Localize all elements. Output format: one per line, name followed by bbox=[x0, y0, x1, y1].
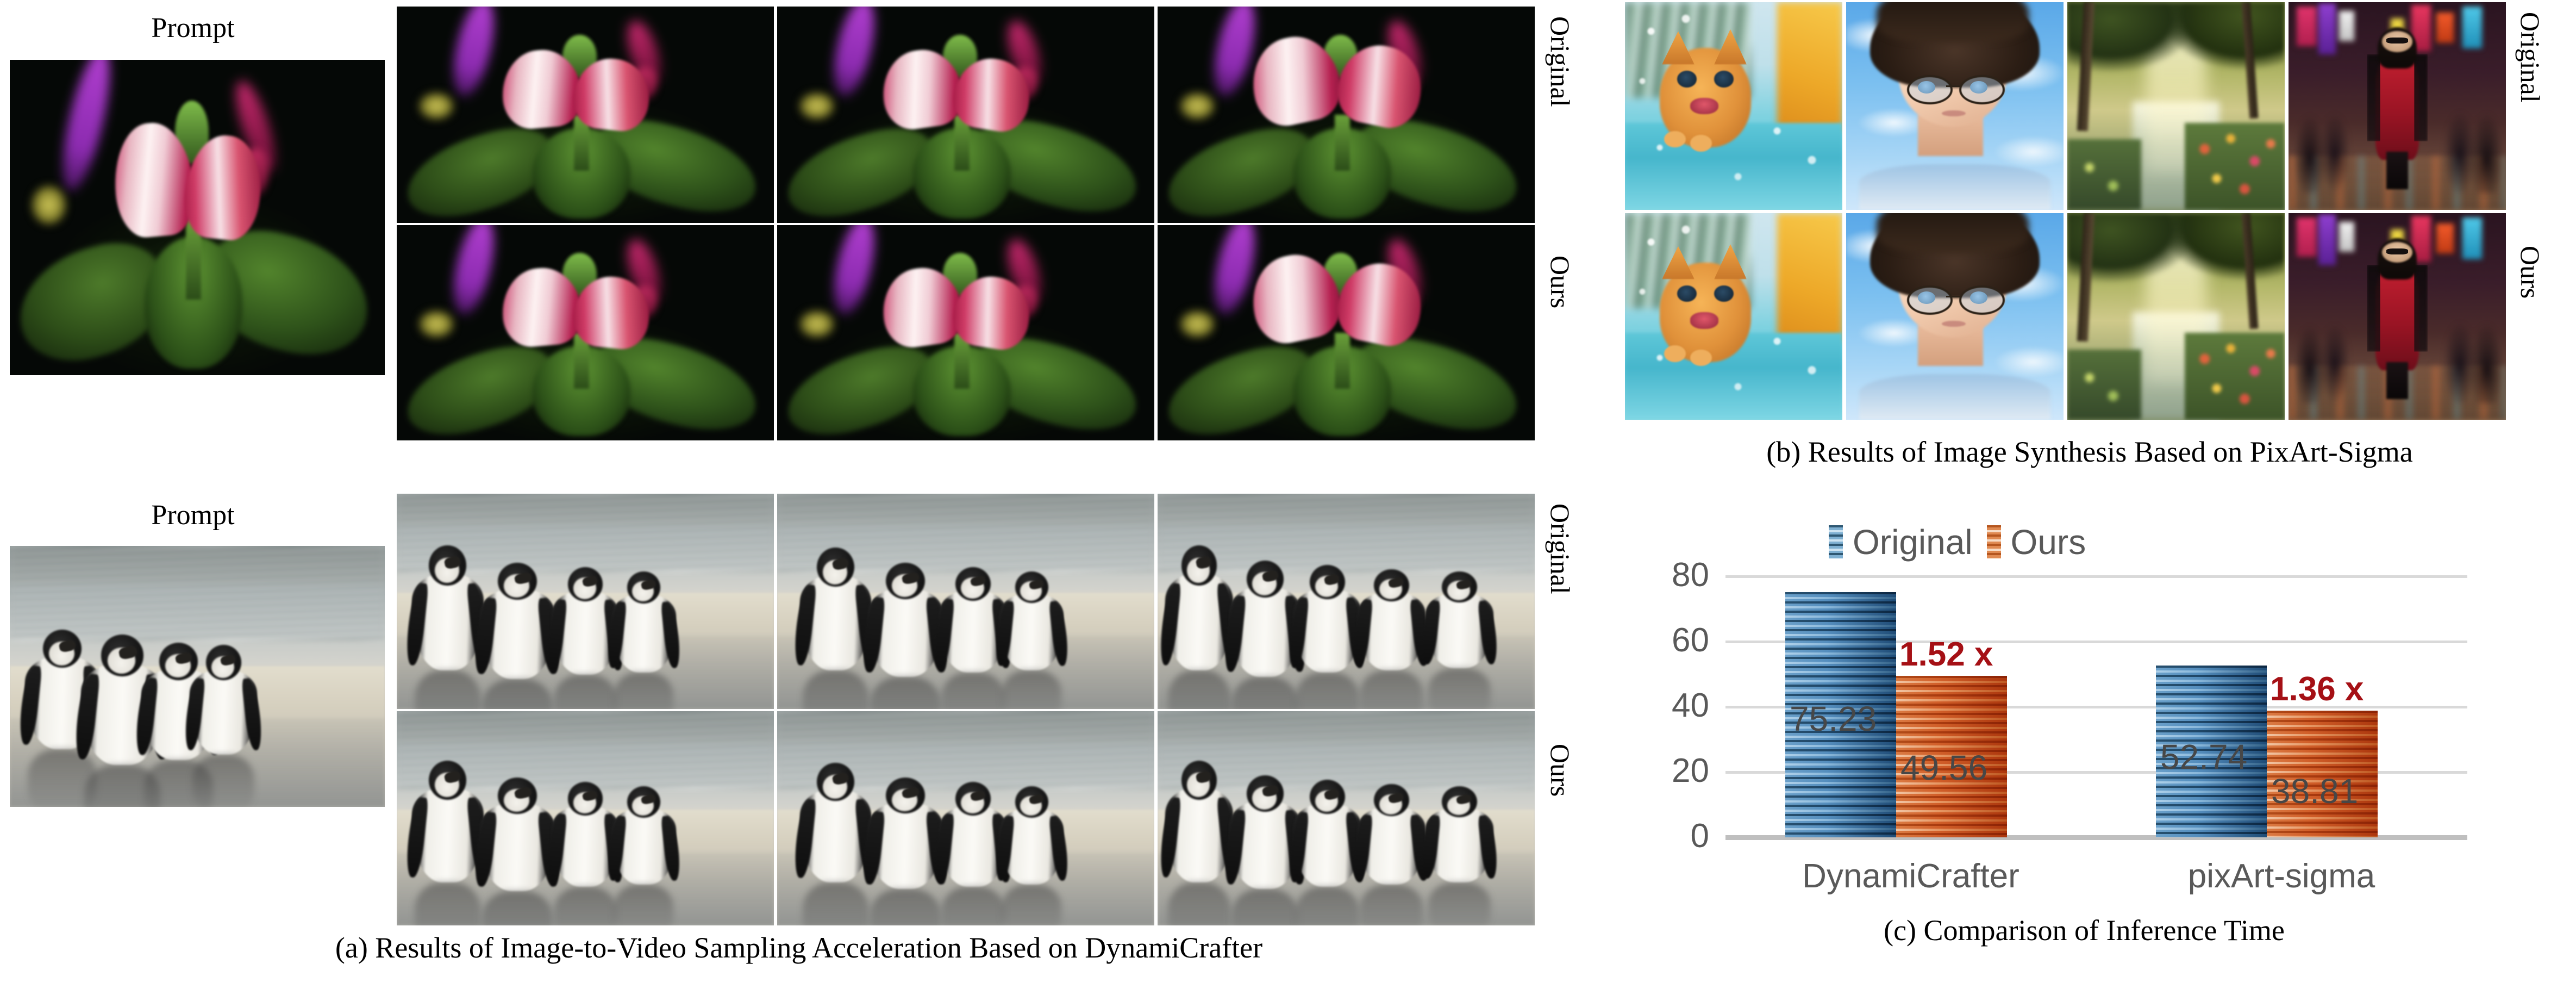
ytick-0: 0 bbox=[1690, 817, 1709, 855]
row-label-original-penguins: Original bbox=[1545, 503, 1575, 594]
flower-original-frame-3 bbox=[1158, 7, 1535, 223]
xtick-dynamicrafter: DynamiCrafter bbox=[1802, 857, 2019, 895]
panel-a-example-flower: Prompt Original Ours bbox=[0, 0, 1575, 440]
penguins-ours-frame-2 bbox=[777, 711, 1154, 925]
speedup-annotation-pixart-sigma: 1.36 x bbox=[2270, 670, 2364, 708]
prompt-image-flower bbox=[10, 60, 385, 375]
row-label-ours-panel-b: Ours bbox=[2515, 246, 2546, 299]
panel-b-original-red-dress-neon-street bbox=[2289, 2, 2506, 210]
flower-ours-frame-2 bbox=[777, 225, 1154, 440]
caption-panel-a: (a) Results of Image-to-Video Sampling A… bbox=[335, 931, 1263, 964]
chart-plot-area: 80 60 40 20 0 75.23 49.56 1.52 x 52.74 3… bbox=[1622, 511, 2576, 895]
penguins-ours-frame-1 bbox=[397, 711, 774, 925]
panel-c: Original Ours 80 60 40 20 0 75.23 49.56 … bbox=[1622, 511, 2576, 1000]
flower-ours-frame-1 bbox=[397, 225, 774, 440]
penguins-original-frame-1 bbox=[397, 494, 774, 709]
panel-b-ours-snow-kitten bbox=[1625, 213, 1842, 420]
caption-panel-b: (b) Results of Image Synthesis Based on … bbox=[1766, 436, 2413, 468]
ytick-40: 40 bbox=[1672, 687, 1709, 724]
panel-b-ours-red-dress-neon-street bbox=[2289, 213, 2506, 420]
panel-b-original-snow-kitten bbox=[1625, 2, 1842, 210]
row-label-original-flower: Original bbox=[1545, 16, 1575, 107]
penguins-original-frame-2 bbox=[777, 494, 1154, 709]
prompt-image-penguins bbox=[10, 546, 385, 807]
bar-label-original-pixart-sigma: 52.74 bbox=[2160, 737, 2248, 776]
row-label-original-panel-b: Original bbox=[2515, 12, 2546, 103]
xtick-pixart-sigma: pixArt-sigma bbox=[2187, 857, 2375, 895]
bar-label-original-dynamicrafter: 75.23 bbox=[1790, 699, 1877, 738]
penguins-ours-frame-3 bbox=[1158, 711, 1535, 925]
flower-original-frame-2 bbox=[777, 7, 1154, 223]
flower-original-frame-1 bbox=[397, 7, 774, 223]
panel-b-original-sunlit-forest-path bbox=[2067, 2, 2285, 210]
ytick-80: 80 bbox=[1672, 556, 1709, 594]
ytick-20: 20 bbox=[1672, 752, 1709, 789]
bar-group-pixart-sigma: 52.74 38.81 1.36 x bbox=[2096, 511, 2467, 837]
flower-ours-frame-3 bbox=[1158, 225, 1535, 440]
panel-b-ours-anime-boy-glasses bbox=[1846, 213, 2064, 420]
ytick-60: 60 bbox=[1672, 621, 1709, 659]
panel-a-example-penguins: Prompt Original Ours bbox=[0, 489, 1575, 925]
caption-panel-c: (c) Comparison of Inference Time bbox=[1884, 914, 2285, 947]
panel-b-original-anime-boy-glasses bbox=[1846, 2, 2064, 210]
bar-group-dynamicrafter: 75.23 49.56 1.52 x bbox=[1725, 511, 2096, 837]
panel-b: Original Ours (b) Results of Image Synth… bbox=[1622, 0, 2576, 473]
penguins-original-frame-3 bbox=[1158, 494, 1535, 709]
prompt-label-top: Prompt bbox=[151, 13, 235, 43]
panel-b-ours-sunlit-forest-path bbox=[2067, 213, 2285, 420]
bar-label-ours-dynamicrafter: 49.56 bbox=[1900, 748, 1988, 787]
row-label-ours-flower: Ours bbox=[1545, 256, 1575, 309]
prompt-label-bottom: Prompt bbox=[151, 500, 235, 531]
bar-label-ours-pixart-sigma: 38.81 bbox=[2271, 772, 2359, 811]
panel-a: Prompt Original Ours Prompt Original Our… bbox=[0, 0, 1609, 964]
speedup-annotation-dynamicrafter: 1.52 x bbox=[1899, 636, 1993, 673]
row-label-ours-penguins: Ours bbox=[1545, 744, 1575, 797]
